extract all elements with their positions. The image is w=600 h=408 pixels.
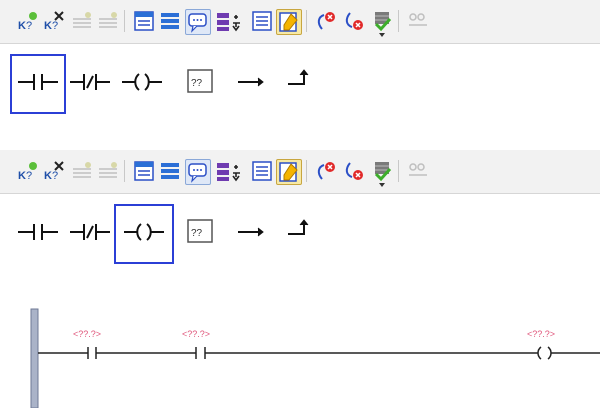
toolbar-top: K? K? <box>0 0 600 44</box>
network-overview-icon[interactable] <box>132 9 156 33</box>
normally-closed-contact-button[interactable] <box>66 58 114 106</box>
power-rail <box>30 308 39 408</box>
insert-network-icon[interactable]: K? <box>16 9 40 33</box>
open-branch-button[interactable] <box>228 58 276 106</box>
highlight-icon[interactable] <box>276 9 302 35</box>
network-list-icon[interactable] <box>158 9 182 33</box>
delete-network-icon[interactable]: K? <box>42 9 66 33</box>
coil-right <box>547 346 552 360</box>
monitor-icon[interactable] <box>406 159 430 183</box>
separator <box>306 10 307 32</box>
list-view-icon[interactable] <box>250 9 274 33</box>
svg-text:?: ? <box>26 170 32 182</box>
contact2-operand[interactable]: <??.?> <box>182 329 210 339</box>
coil-left <box>537 346 542 360</box>
empty-box-button[interactable]: ?? <box>176 58 224 106</box>
compile-icon[interactable] <box>370 9 394 33</box>
insert-rung-icon[interactable] <box>70 9 94 33</box>
svg-text:?: ? <box>26 20 32 32</box>
coil-operand[interactable]: <??.?> <box>527 329 555 339</box>
monitor-icon[interactable] <box>406 9 430 33</box>
svg-text:K: K <box>18 170 26 182</box>
svg-text:??: ?? <box>191 228 203 239</box>
instruction-bar-bottom: ?? <box>0 194 600 276</box>
close-branch-button[interactable] <box>278 208 326 256</box>
open-branch-icon[interactable] <box>214 159 246 183</box>
list-view-icon[interactable] <box>250 159 274 183</box>
svg-text:K: K <box>44 20 52 32</box>
empty-box-button[interactable]: ?? <box>176 208 224 256</box>
separator <box>124 160 125 182</box>
open-branch-button[interactable] <box>228 208 276 256</box>
instruction-bar-top: ?? <box>0 44 600 126</box>
contact1-operand[interactable]: <??.?> <box>73 329 101 339</box>
close-branch-button[interactable] <box>278 58 326 106</box>
spacer <box>0 126 600 150</box>
coil-button[interactable] <box>120 208 168 256</box>
chevron-down-icon[interactable] <box>379 33 385 37</box>
separator <box>398 160 399 182</box>
ladder-network: <??.?> <??.?> <??.?> <box>0 295 600 408</box>
separator <box>306 160 307 182</box>
delete-network-icon[interactable]: K? <box>42 159 66 183</box>
comment-icon[interactable] <box>185 9 211 35</box>
svg-text:?: ? <box>52 170 58 182</box>
compile-icon[interactable] <box>370 159 394 183</box>
svg-text:K: K <box>18 20 26 32</box>
chevron-down-icon[interactable] <box>379 183 385 187</box>
normally-open-contact-button[interactable] <box>14 58 62 106</box>
highlight-icon[interactable] <box>276 159 302 185</box>
go-to-error-icon[interactable] <box>314 9 338 33</box>
go-to-next-error-icon[interactable] <box>342 9 366 33</box>
go-to-next-error-icon[interactable] <box>342 159 366 183</box>
comment-icon[interactable] <box>185 159 211 185</box>
insert-network-icon[interactable]: K? <box>16 159 40 183</box>
normally-open-contact-button[interactable] <box>14 208 62 256</box>
svg-text:?: ? <box>52 20 58 32</box>
svg-text:??: ?? <box>191 78 203 89</box>
insert-rung-icon[interactable] <box>70 159 94 183</box>
network-list-icon[interactable] <box>158 159 182 183</box>
separator <box>398 10 399 32</box>
coil-button[interactable] <box>118 58 166 106</box>
go-to-error-icon[interactable] <box>314 159 338 183</box>
svg-text:K: K <box>44 170 52 182</box>
delete-rung-icon[interactable] <box>96 159 120 183</box>
network-overview-icon[interactable] <box>132 159 156 183</box>
delete-rung-icon[interactable] <box>96 9 120 33</box>
toolbar-bottom: K? K? <box>0 150 600 194</box>
normally-closed-contact-button[interactable] <box>66 208 114 256</box>
separator <box>124 10 125 32</box>
open-branch-icon[interactable] <box>214 9 246 33</box>
